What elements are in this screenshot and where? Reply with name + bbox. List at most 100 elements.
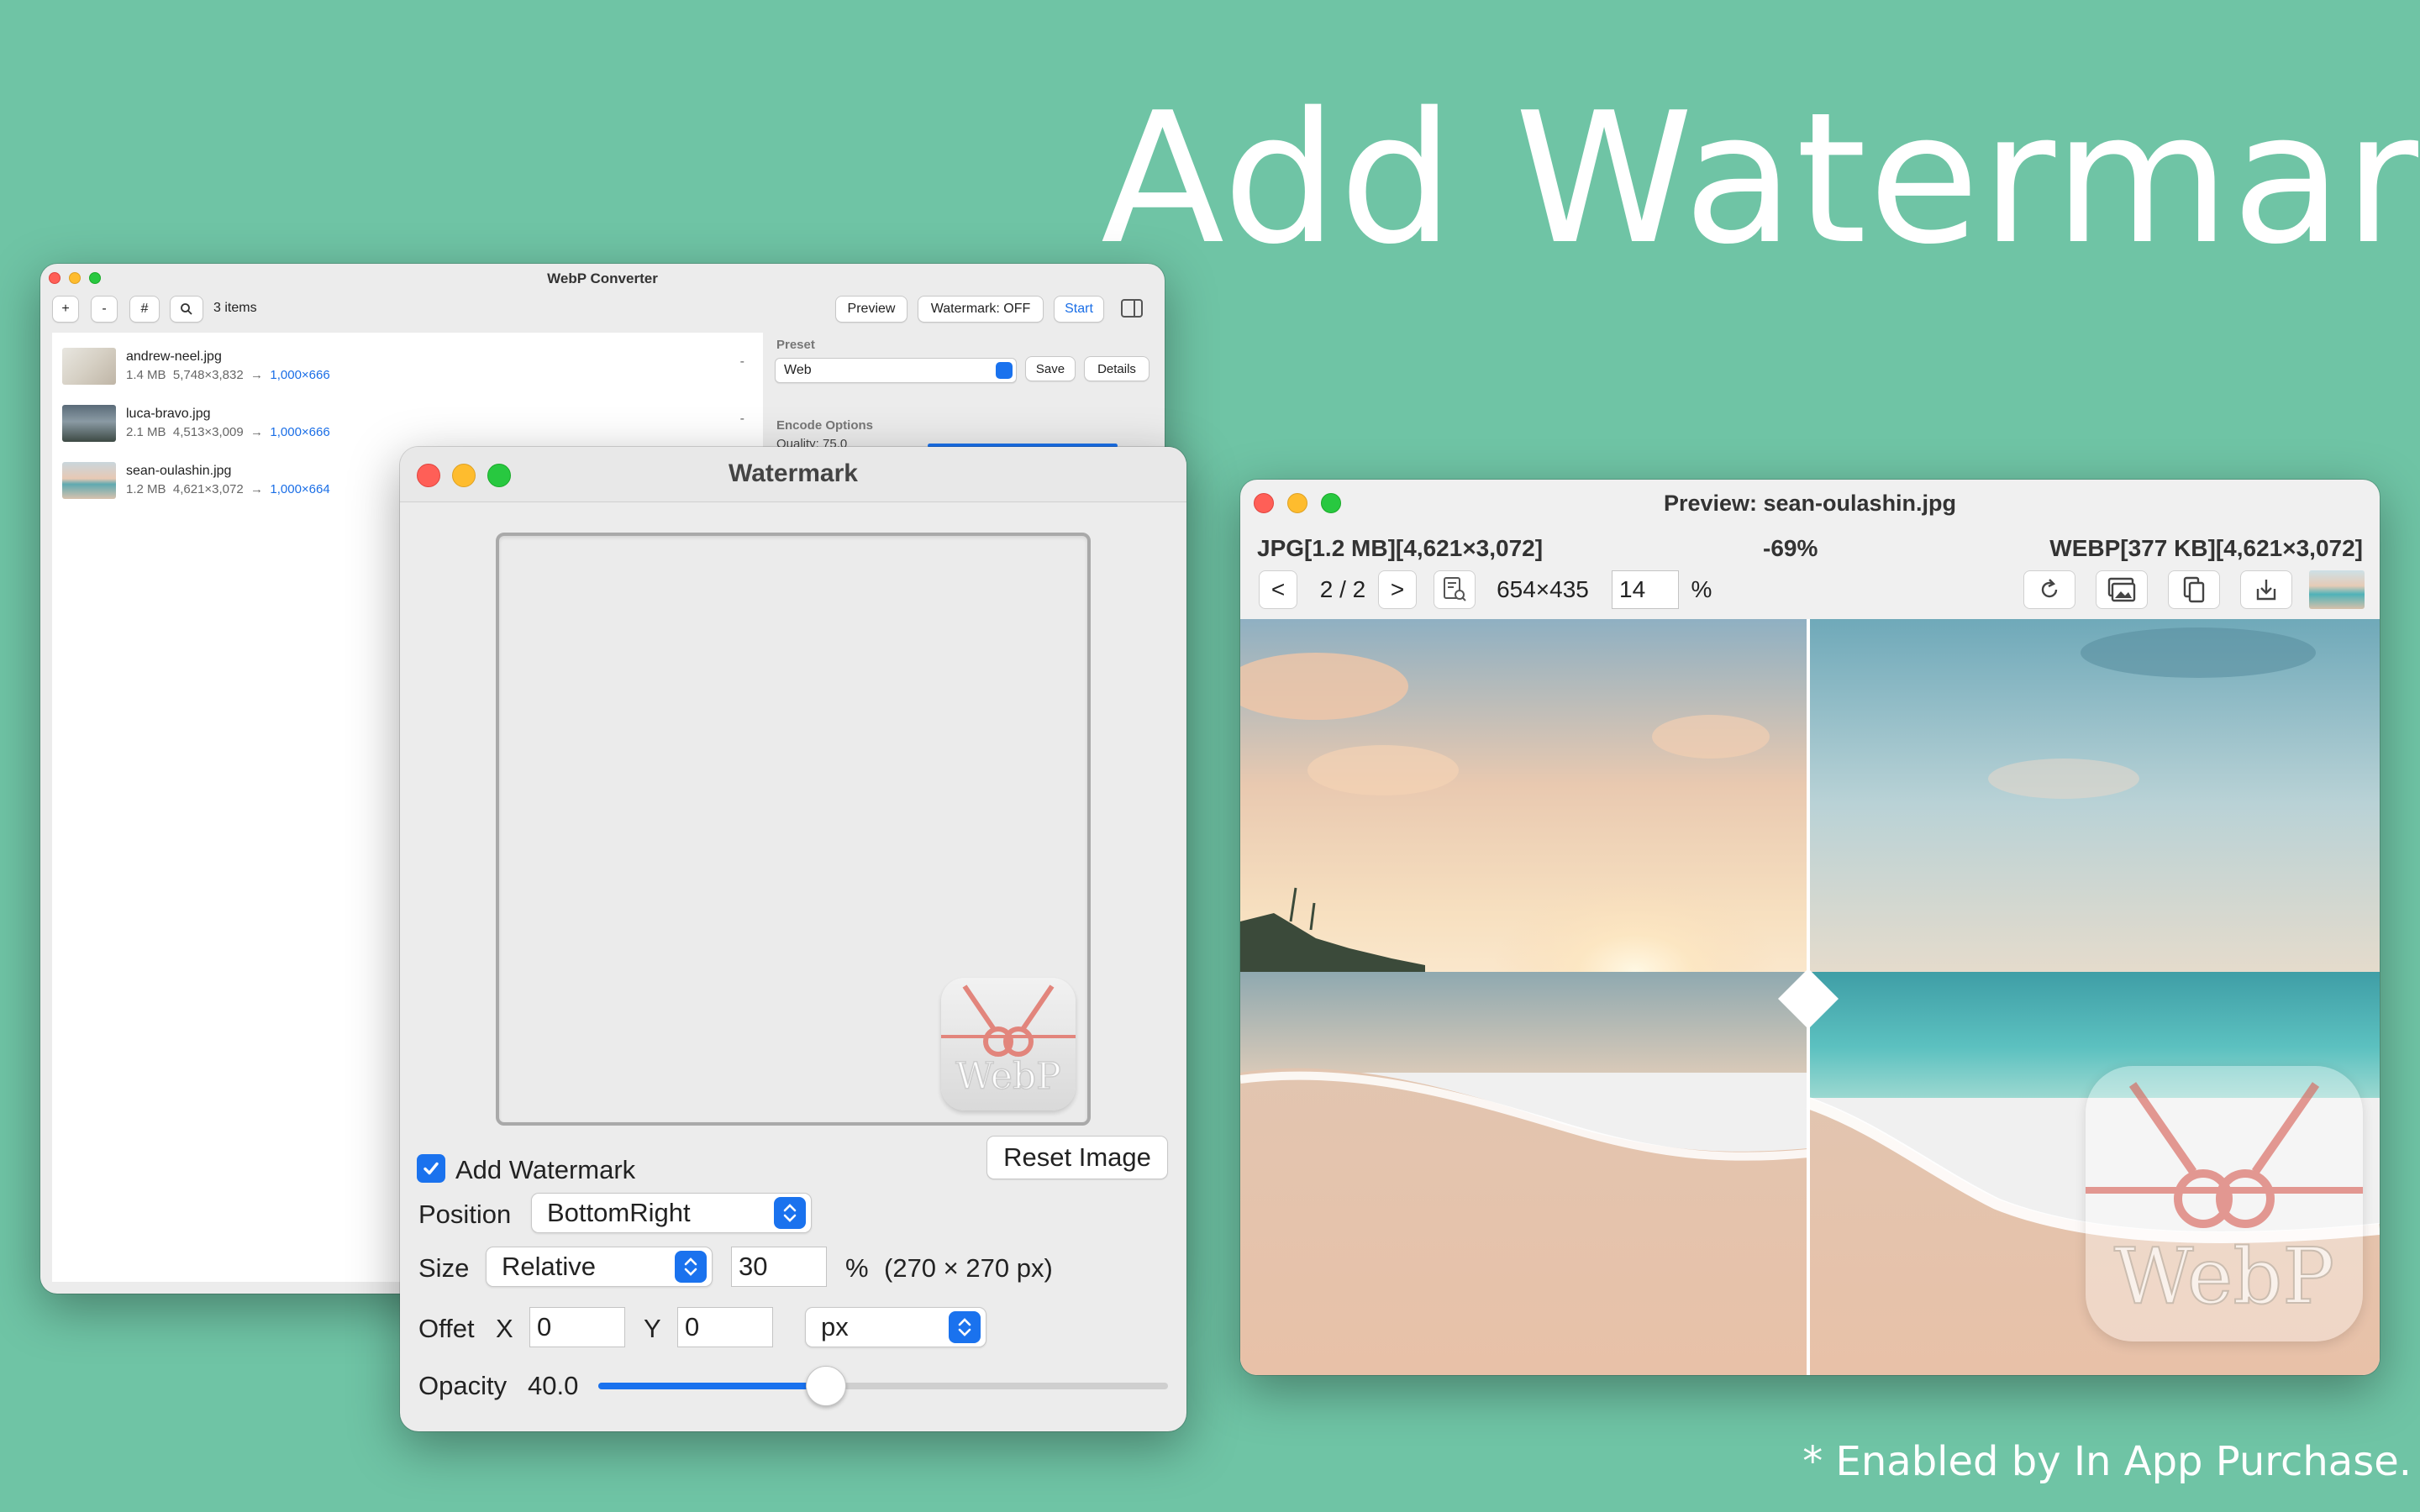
file-status: - [739,412,744,426]
size-unit: % [845,1253,869,1283]
rotate-button[interactable] [2023,570,2075,609]
chevron-updown-icon [774,1197,806,1229]
webp-logo-icon: WebP [941,984,1076,1099]
headline: Add Watermark [1101,73,2420,284]
preview-button[interactable]: Preview [835,296,908,323]
hash-button[interactable]: # [129,296,160,323]
zoom-unit: % [1691,576,1712,602]
thumbnail-strip-item[interactable] [2309,570,2365,609]
items-count: 3 items [213,301,257,315]
view-size-readout: 654×435 [1497,576,1589,602]
preview-window: Preview: sean-oulashin.jpg JPG[1.2 MB][4… [1240,480,2380,1375]
remove-file-button[interactable]: - [91,296,118,323]
download-icon [2256,580,2276,601]
file-output-dims: 1,000×664 [270,482,330,496]
save-output-button[interactable] [2240,570,2292,609]
add-watermark-checkbox[interactable] [417,1154,445,1183]
opacity-slider-knob[interactable] [806,1366,847,1406]
logo-text: WebP [955,1055,1060,1098]
output-info: WEBP[377 KB][4,621×3,072] [2049,535,2363,561]
zoom-document-icon [1444,577,1466,601]
file-name: luca-bravo.jpg [126,407,211,421]
offset-y-label: Y [644,1314,661,1343]
actual-size-button[interactable] [1434,570,1476,609]
watermark-logo: WebP [941,978,1076,1110]
opacity-label: Opacity [418,1371,508,1400]
watermark-overlay: WebP [2086,1066,2363,1341]
preset-label: Preset [776,338,815,352]
file-thumbnail [62,462,116,499]
file-thumbnail [62,348,116,385]
offset-unit-select[interactable]: px [805,1307,986,1347]
preset-select[interactable]: Web [775,358,1017,383]
search-button[interactable] [170,296,203,323]
chevron-updown-icon [949,1311,981,1343]
size-mode-select[interactable]: Relative [486,1247,713,1287]
watermark-window: Watermark WebP Add Watermark Reset Image… [400,447,1186,1431]
zoom-input[interactable]: 14 [1612,570,1679,609]
offset-y-input[interactable]: 0 [677,1307,773,1347]
compression-ratio: -69% [1763,535,1818,561]
page-indicator: 2 / 2 [1319,576,1366,602]
file-meta: 1.4 MB 5,748×3,832 → 1,000×666 [126,368,330,382]
file-size: 1.2 MB [126,482,166,496]
rotate-icon [2041,579,2058,598]
reset-image-button[interactable]: Reset Image [986,1136,1168,1179]
footnote: * Enabled by In App Purchase. [1802,1438,2412,1485]
file-meta: 1.2 MB 4,621×3,072 → 1,000×664 [126,482,330,496]
file-output-dims: 1,000×666 [270,425,330,439]
chevron-updown-icon [675,1251,707,1283]
size-mode-value: Relative [502,1252,596,1281]
webp-logo-icon: WebP [2086,1082,2363,1322]
add-watermark-label: Add Watermark [455,1155,636,1184]
opacity-slider[interactable] [598,1366,1168,1406]
file-size: 1.4 MB [126,368,166,382]
file-dims: 5,748×3,832 [172,368,244,382]
file-output-dims: 1,000×666 [270,368,330,382]
position-select[interactable]: BottomRight [531,1193,812,1233]
comparison-image[interactable]: WebP [1240,619,2380,1375]
preset-save-button[interactable]: Save [1025,356,1076,381]
offset-x-input[interactable]: 0 [529,1307,625,1347]
file-name: andrew-neel.jpg [126,349,222,364]
copy-button[interactable] [2168,570,2220,609]
file-row[interactable]: andrew-neel.jpg 1.4 MB 5,748×3,832 → 1,0… [62,341,751,393]
preset-details-button[interactable]: Details [1084,356,1150,381]
watermark-toggle-button[interactable]: Watermark: OFF [918,296,1044,323]
preset-value: Web [784,363,812,377]
prev-button[interactable]: < [1259,570,1297,609]
size-px-readout: (270 × 270 px) [884,1253,1053,1283]
watermark-image-well[interactable]: WebP [496,533,1091,1126]
window-title: Preview: sean-oulashin.jpg [1663,491,1957,516]
encode-options-label: Encode Options [776,418,874,433]
size-input[interactable]: 30 [731,1247,827,1287]
file-size: 2.1 MB [126,425,166,439]
file-status: - [739,354,744,369]
file-row[interactable]: luca-bravo.jpg 2.1 MB 4,513×3,009 → 1,00… [62,398,751,450]
file-dims: 4,621×3,072 [172,482,244,496]
opacity-slider-fill [598,1383,827,1389]
logo-text: WebP [2114,1231,2334,1321]
copy-icon [2183,576,2205,603]
file-dims: 4,513×3,009 [172,425,244,439]
offset-unit-value: px [821,1312,849,1341]
search-icon [181,303,192,315]
next-button[interactable]: > [1378,570,1417,609]
sidebar-icon [1121,299,1143,318]
opacity-value: 40.0 [528,1371,579,1400]
image-compare-button[interactable] [2096,570,2148,609]
photos-icon [2107,577,2136,602]
position-label: Position [418,1200,512,1229]
position-value: BottomRight [547,1198,691,1227]
checkmark-icon [424,1162,439,1175]
sidebar-toggle-button[interactable] [1121,299,1143,322]
file-name: sean-oulashin.jpg [126,464,232,478]
add-file-button[interactable]: + [52,296,79,323]
source-info: JPG[1.2 MB][4,621×3,072] [1257,535,1544,561]
start-button[interactable]: Start [1054,296,1104,323]
window-title: Watermark [729,459,858,487]
file-meta: 2.1 MB 4,513×3,009 → 1,000×666 [126,425,330,439]
offset-x-label: X [496,1314,513,1343]
size-label: Size [418,1253,470,1283]
file-thumbnail [62,405,116,442]
